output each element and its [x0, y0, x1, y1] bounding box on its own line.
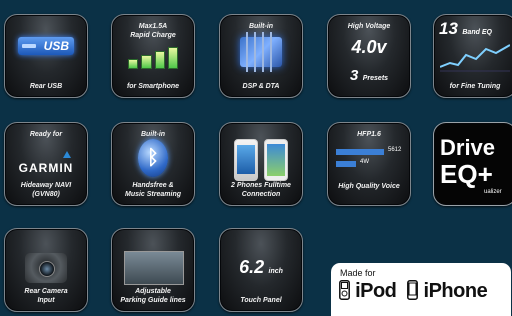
high-voltage-title: High Voltage — [347, 23, 391, 30]
garmin-tile: Ready for GARMIN Hideaway NAVI (GVN80) — [4, 122, 88, 206]
rapid-charge-tile: Max1.5A Rapid Charge for Smartphone — [111, 14, 195, 98]
bluetooth-tile: Built-in ᛒ Handsfree & Music Streaming — [111, 122, 195, 206]
rapid-charge-title: Max1.5A Rapid Charge — [130, 23, 176, 39]
bluetooth-icon: ᛒ — [138, 139, 168, 177]
rear-usb-label: Rear USB — [29, 83, 63, 90]
iphone-label: iPhone — [423, 280, 488, 302]
equalizer-small-text: ualizer — [484, 189, 502, 195]
band-eq-number: 13 — [439, 19, 458, 38]
touch-panel-label: Touch Panel — [240, 297, 282, 304]
camera-icon — [25, 253, 67, 283]
hfp-line-1: 5612 — [388, 147, 402, 153]
battery-charge-icon — [128, 47, 178, 69]
presets-label: Presets — [362, 75, 389, 82]
garmin-label: Hideaway NAVI (GVN80) — [20, 182, 72, 198]
hfp-bar-2 — [336, 161, 356, 167]
eq-plus-text: EQ+ — [440, 159, 493, 189]
garmin-triangle-icon — [63, 151, 71, 158]
usb-label: USB — [43, 39, 69, 53]
touch-size: 6.2 inch — [220, 257, 302, 278]
band-eq-tile: 13 Band EQ for Fine Tuning — [433, 14, 512, 98]
device-row: iPod iPhone — [339, 280, 488, 303]
band-eq-caption: for Fine Tuning — [449, 83, 501, 90]
iphone-icon — [407, 280, 419, 300]
touch-size-unit: inch — [268, 268, 283, 275]
presets: 3 Presets — [328, 67, 410, 85]
two-phones-label: 2 Phones Fulltime Connection — [231, 182, 291, 198]
hfp-label: High Quality Voice — [338, 183, 400, 190]
bluetooth-label: Handsfree & Music Streaming — [124, 182, 181, 198]
ipod-label: iPod — [355, 280, 397, 302]
garmin-title: Ready for — [29, 131, 63, 138]
hfp-tile: HFP1.6 5612 4W High Quality Voice — [327, 122, 411, 206]
parking-guide-tile: Adjustable Parking Guide lines — [111, 228, 195, 312]
hfp-bar-1 — [336, 149, 384, 155]
two-phones-tile: 2 Phones Fulltime Connection — [219, 122, 303, 206]
band-eq-label: Band EQ — [462, 29, 492, 36]
dsp-label: DSP & DTA — [242, 83, 280, 90]
rear-camera-label: Rear Camera Input — [24, 288, 68, 304]
hfp-title: HFP1.6 — [357, 131, 381, 138]
voltage-value: 4.0v — [351, 37, 387, 57]
rapid-charge-label: for Smartphone — [126, 83, 180, 90]
dsp-title: Built-in — [248, 23, 274, 30]
usb-icon: USB — [18, 37, 74, 55]
dsp-chip-icon — [240, 32, 282, 72]
made-for-text: Made for — [340, 268, 376, 278]
garmin-brand: GARMIN — [18, 161, 74, 175]
high-voltage-tile: High Voltage 4.0v 3 Presets — [327, 14, 411, 98]
bluetooth-title: Built-in — [140, 131, 166, 138]
presets-number: 3 — [349, 67, 359, 84]
eq-curve-icon — [440, 44, 510, 72]
made-for-ipod-iphone-badge: Made for iPod iPhone — [331, 263, 511, 316]
dsp-tile: Built-in DSP & DTA — [219, 14, 303, 98]
rear-usb-tile: USB Rear USB — [4, 14, 88, 98]
smartphone-icon — [264, 139, 288, 181]
band-eq-title: 13 Band EQ — [439, 19, 492, 39]
rear-camera-tile: Rear Camera Input — [4, 228, 88, 312]
drive-text: Drive — [440, 135, 496, 160]
parking-guide-label: Adjustable Parking Guide lines — [120, 288, 186, 304]
ipod-icon — [339, 280, 350, 300]
touch-size-value: 6.2 — [239, 257, 265, 277]
phone-icon — [234, 139, 258, 181]
hfp-line-2: 4W — [360, 159, 369, 165]
touch-panel-tile: 6.2 inch Touch Panel — [219, 228, 303, 312]
drive-eq-tile: Drive EQ+ ualizer — [433, 122, 512, 206]
parking-view-icon — [124, 251, 184, 285]
